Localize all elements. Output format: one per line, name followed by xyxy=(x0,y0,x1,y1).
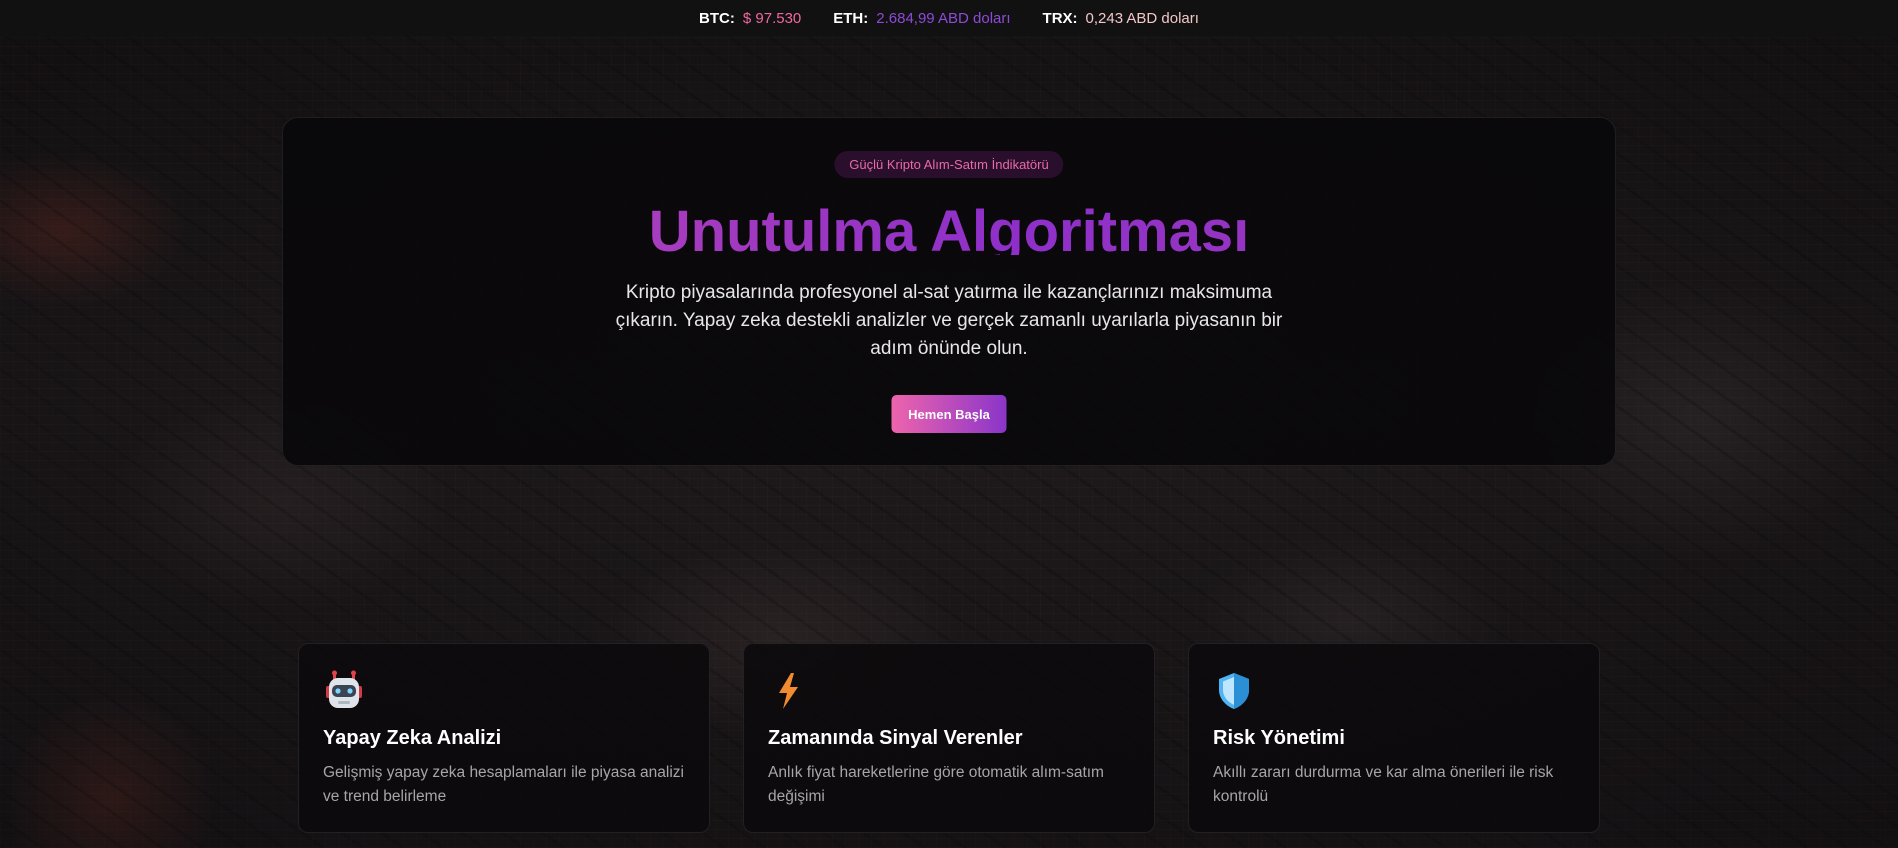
lightning-icon xyxy=(768,670,810,712)
ticker-price: 0,243 ABD doları xyxy=(1085,9,1199,27)
ticker-item-trx: TRX: 0,243 ABD doları xyxy=(1043,10,1199,27)
ticker-symbol: BTC: xyxy=(699,9,735,27)
feature-title: Yapay Zeka Analizi xyxy=(323,727,502,749)
hero-card: Güçlü Kripto Alım-Satım İndikatörü Unutu… xyxy=(282,117,1616,466)
ticker-symbol: ETH: xyxy=(833,9,869,27)
feature-description: Anlık fiyat hareketlerine göre otomatik … xyxy=(768,764,1104,805)
ticker-symbol: TRX: xyxy=(1042,9,1078,27)
ticker-item-eth: ETH: 2.684,99 ABD doları xyxy=(833,10,1010,27)
feature-cards: Yapay Zeka Analizi Gelişmiş yapay zeka h… xyxy=(298,643,1602,833)
hero-badge: Güçlü Kripto Alım-Satım İndikatörü xyxy=(834,151,1064,178)
shield-icon xyxy=(1213,670,1255,712)
page: BTC: $ 97.530 ETH: 2.684,99 ABD doları T… xyxy=(0,0,1898,848)
price-ticker: BTC: $ 97.530 ETH: 2.684,99 ABD doları T… xyxy=(0,0,1898,36)
feature-card-ai-analysis: Yapay Zeka Analizi Gelişmiş yapay zeka h… xyxy=(298,643,710,833)
hero-description: Kripto piyasalarında profesyonel al-sat … xyxy=(615,282,1283,359)
hero-title: Unutulma Algoritması xyxy=(283,193,1615,255)
get-started-button[interactable]: Hemen Başla xyxy=(891,395,1007,433)
ticker-price: 2.684,99 ABD doları xyxy=(876,9,1011,27)
robot-icon xyxy=(323,670,365,712)
feature-description: Gelişmiş yapay zeka hesaplamaları ile pi… xyxy=(323,764,684,805)
feature-title: Zamanında Sinyal Verenler xyxy=(768,727,1023,749)
feature-card-risk-management: Risk Yönetimi Akıllı zararı durdurma ve … xyxy=(1188,643,1600,833)
ticker-price: $ 97.530 xyxy=(742,9,802,27)
feature-title: Risk Yönetimi xyxy=(1213,727,1345,749)
ticker-item-btc: BTC: $ 97.530 xyxy=(699,10,801,27)
feature-card-timely-signals: Zamanında Sinyal Verenler Anlık fiyat ha… xyxy=(743,643,1155,833)
feature-description: Akıllı zararı durdurma ve kar alma öneri… xyxy=(1213,764,1554,805)
